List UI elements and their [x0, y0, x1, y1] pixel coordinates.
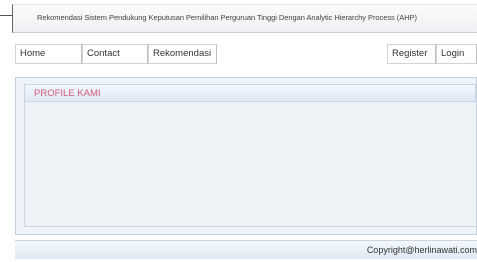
site-title: Rekomendasi Sistem Pendukung Keputusan P…	[37, 13, 417, 22]
profile-panel-title: PROFILE KAMI	[34, 88, 101, 99]
profile-panel-header: PROFILE KAMI	[24, 84, 476, 102]
header-divider	[0, 15, 12, 16]
main-nav: Home Contact Rekomendasi Register Login	[15, 44, 477, 64]
nav-home-link[interactable]: Home	[15, 44, 82, 64]
site-footer: Copyright@herlinawati.com	[15, 240, 477, 259]
nav-register-link[interactable]: Register	[387, 44, 436, 64]
nav-contact-link[interactable]: Contact	[82, 44, 148, 64]
copyright-text: Copyright@herlinawati.com	[366, 245, 477, 255]
site-header: Rekomendasi Sistem Pendukung Keputusan P…	[12, 4, 477, 33]
profile-panel: PROFILE KAMI	[15, 77, 477, 235]
profile-panel-body	[24, 102, 476, 227]
page: Rekomendasi Sistem Pendukung Keputusan P…	[0, 0, 477, 262]
nav-login-link[interactable]: Login	[436, 44, 477, 64]
nav-rekomendasi-link[interactable]: Rekomendasi	[148, 44, 217, 64]
